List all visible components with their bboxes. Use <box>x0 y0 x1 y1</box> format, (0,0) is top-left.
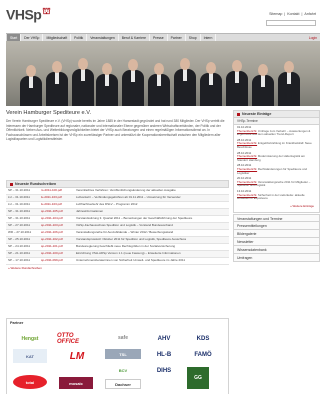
table-row[interactable]: SP – 31.10.2011 rs-2011-100.pdf Vereinfach… <box>6 188 229 195</box>
sidebar-menu: Veranstaltungen und Termine Pressemittei… <box>233 213 320 262</box>
list-item[interactable]: 28.10.2011 Themenbericht: Modernisierung … <box>237 151 316 163</box>
logo-text: VHSp <box>6 6 42 23</box>
circulars-heading: Neueste Rundschreiben <box>6 180 229 188</box>
partner-logo-tsl[interactable]: TSL <box>105 349 141 359</box>
sidebar-item-wissensdatenbank[interactable]: Wissensdatenbank <box>233 245 320 254</box>
list-item[interactable]: 13.10.2011 Themenbericht: Sicherheit in d… <box>237 189 316 201</box>
person-figure <box>226 57 248 106</box>
link-kontakt[interactable]: Kontakt <box>287 12 299 16</box>
partner-heading: Partner <box>10 321 24 325</box>
partner-logo-safe[interactable]: safe <box>105 333 141 343</box>
partner-logo-kat[interactable]: KAT <box>13 349 47 363</box>
sidebar-item-bildergalerie[interactable]: Bildergalerie <box>233 229 320 238</box>
partner-logo-otto-office[interactable]: OTTO OFFICE <box>57 333 97 345</box>
person-figure <box>122 56 144 106</box>
link-separator: | <box>301 12 303 16</box>
partner-logo-gg[interactable]: GG <box>187 367 209 389</box>
table-row[interactable]: WR – 27.10.2011 wr-2011-106.pdf Veranstalt… <box>6 230 229 237</box>
person-figure <box>278 58 300 106</box>
vhsp-logo[interactable]: VHSp⛫ <box>6 6 51 23</box>
person-figure <box>174 55 196 106</box>
table-row[interactable]: SP – 21.10.2011 sp-2011-100.pdf Einrichtun… <box>6 251 229 258</box>
main-content: Verein Hamburger Spediteure e.V. Der Ver… <box>6 110 229 142</box>
person-figure <box>252 61 274 106</box>
sidebar-item-newsletter[interactable]: Newsletter <box>233 237 320 246</box>
link-separator: | <box>284 12 286 16</box>
partner-box: Partner Hengst OTTO OFFICE safe AHV KDS … <box>6 318 229 394</box>
person-figure <box>96 60 118 106</box>
circulars-box: Neueste Rundschreiben SP – 31.10.2011 rs-… <box>6 180 229 271</box>
board-group-photo <box>6 41 320 106</box>
partner-logo-lm[interactable]: LM <box>57 349 97 363</box>
search-input[interactable] <box>266 20 316 26</box>
news-heading: Neueste Einträge <box>233 110 320 118</box>
link-anfahrt[interactable]: Anfahrt <box>304 12 316 16</box>
more-news-link[interactable]: » Weitere Einträge <box>237 203 316 210</box>
table-row[interactable]: SP – 31.10.2011 sp-2011-104.pdf Vorstandss… <box>6 216 229 223</box>
news-subheading: VHSp-Termine <box>233 118 320 125</box>
partner-logo-dachser[interactable]: Dachser <box>105 379 141 389</box>
sidebar-item-veranstaltungen[interactable]: Veranstaltungen und Termine <box>233 213 320 222</box>
person-figure <box>20 62 42 106</box>
intro-text: Der Verein Hamburger Spediteure e.V. (VH… <box>6 119 225 142</box>
table-row[interactable]: SP – 24.10.2011 sp-2011-101.pdf Bundesregi… <box>6 244 229 251</box>
table-row[interactable]: LU – 31.10.2011 lu-2011-103.pdf Luftfracht… <box>6 202 229 209</box>
list-item[interactable]: 01.10.2011 Themenbericht: Umfrage zum Ver… <box>237 125 316 137</box>
news-list: 01.10.2011 Themenbericht: Umfrage zum Ver… <box>233 125 320 213</box>
person-figure <box>148 60 170 106</box>
hamburg-crest-icon: ⛫ <box>42 6 51 16</box>
table-row[interactable]: SP – 25.10.2011 sp-2011-102.pdf Vorstandsp… <box>6 237 229 244</box>
partner-logo-ahv[interactable]: AHV <box>149 333 179 345</box>
main-nav: Start Der VHSp Mitgliedschaft Politik Ve… <box>6 33 320 42</box>
page-title: Verein Hamburger Spediteure e.V. <box>6 110 91 116</box>
list-item[interactable]: 20.10.2011 Themenbericht: Veranstaltungsr… <box>237 177 316 188</box>
person-figure <box>200 59 222 106</box>
table-row[interactable]: SP – 17.10.2011 sp-2011-099.pdf Unternehme… <box>6 258 229 265</box>
partner-logo-bcv[interactable]: BCV <box>105 365 141 375</box>
table-row[interactable]: LU – 31.10.2011 lu-2011-103.pdf Luftverkeh… <box>6 195 229 202</box>
partner-logo-famoe[interactable]: FAMÖ <box>187 349 219 361</box>
circulars-table: SP – 31.10.2011 rs-2011-100.pdf Vereinfach… <box>6 188 229 265</box>
link-sitemap[interactable]: Sitemap <box>269 12 282 16</box>
sidebar-item-pressemitteilungen[interactable]: Pressemitteilungen <box>233 221 320 230</box>
table-row[interactable]: SP – 27.10.2011 sp-2011-103.pdf VHSp-Facha… <box>6 223 229 230</box>
more-circulars-link[interactable]: » Weitere Rundschreiben <box>6 265 229 271</box>
partner-logo-mosaic[interactable]: mosaic <box>59 377 93 389</box>
partner-logo-hengst[interactable]: Hengst <box>13 333 47 345</box>
header: VHSp⛫ Sitemap | Kontakt | Anfahrt <box>6 6 320 30</box>
list-item[interactable]: 28.10.2011 Themenbericht: Rechtsänderunge… <box>237 164 316 175</box>
partner-logo-hl-b[interactable]: HL-B <box>149 349 179 361</box>
person-figure <box>72 55 94 106</box>
person-figure <box>46 58 68 106</box>
login-link[interactable]: Login <box>309 36 320 40</box>
partner-logo-dihs[interactable]: DIHS <box>149 365 179 377</box>
partner-logo-total[interactable]: total <box>13 375 47 389</box>
top-links: Sitemap | Kontakt | Anfahrt <box>269 12 316 16</box>
table-row[interactable]: SP – 31.10.2011 sp-2011-105.pdf Jahresinfo… <box>6 209 229 216</box>
partner-logo-kds[interactable]: KDS <box>187 333 219 345</box>
sidebar-item-umfragen[interactable]: Umfragen <box>233 253 320 262</box>
sidebar: Neueste Einträge VHSp-Termine 01.10.2011… <box>233 110 320 262</box>
list-item[interactable]: 28.10.2011 Themenbericht: Entgeltfortzahl… <box>237 138 316 150</box>
